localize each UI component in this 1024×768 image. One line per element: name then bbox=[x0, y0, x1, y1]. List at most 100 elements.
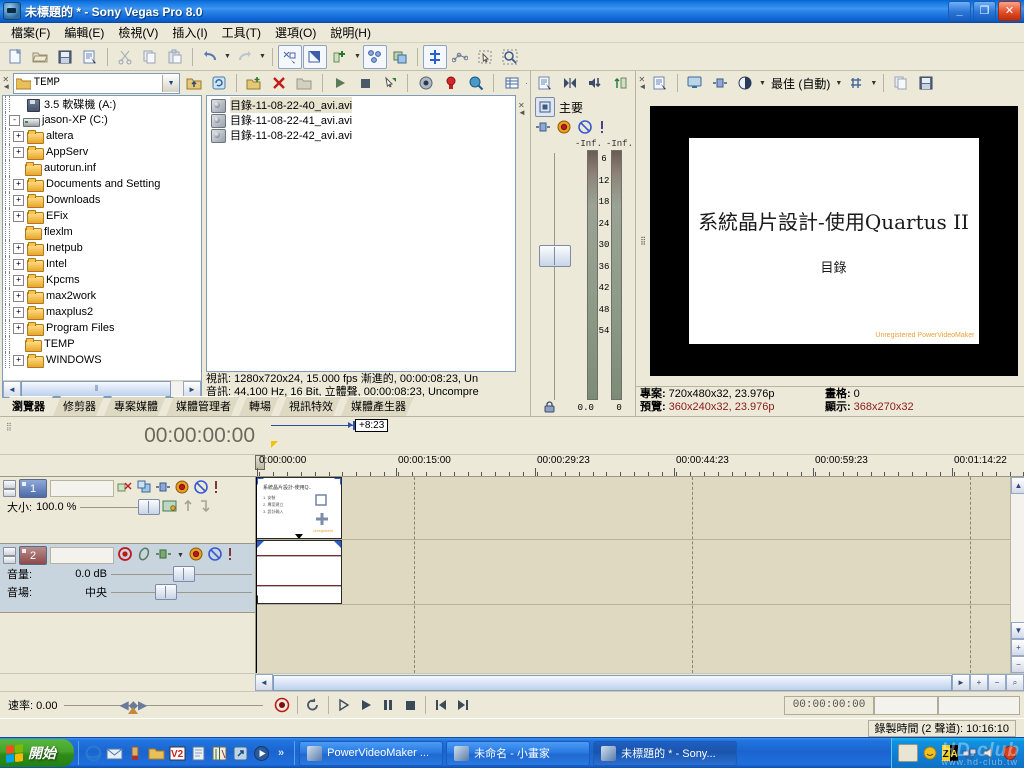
bus-fader[interactable] bbox=[535, 139, 573, 400]
zoom-in-button[interactable]: + bbox=[970, 674, 988, 691]
quality-menu-arrow-icon[interactable]: ▼ bbox=[834, 72, 843, 94]
explorer-tab-媒體產生器[interactable]: 媒體產生器 bbox=[341, 396, 414, 416]
tree-expander[interactable]: + bbox=[13, 323, 24, 334]
stop-icon[interactable] bbox=[399, 695, 421, 715]
notepad-icon[interactable] bbox=[190, 745, 207, 762]
copy-snapshot-icon[interactable] bbox=[889, 71, 913, 95]
video-clip[interactable]: 系統晶片設計-使用Q.. 1. 安裝 2. 專案建立 3. 設計輸入 Unreg… bbox=[256, 477, 342, 539]
tree-item[interactable]: +maxplus2 bbox=[3, 304, 201, 320]
track-header-audio[interactable]: 2 ▼ bbox=[0, 544, 255, 613]
track-fx-icon[interactable] bbox=[174, 480, 190, 497]
track-1-level-slider[interactable] bbox=[80, 500, 158, 514]
play-icon[interactable] bbox=[329, 71, 352, 95]
tree-item[interactable]: +AppServ bbox=[3, 144, 201, 160]
media-icon[interactable] bbox=[253, 745, 270, 762]
panel-close-grip[interactable]: ✕◄ bbox=[2, 71, 11, 95]
file-list-item[interactable]: 目錄-11-08-22-40_avi.avi bbox=[207, 97, 515, 112]
tree-item[interactable]: +Inetpub bbox=[3, 240, 201, 256]
zoom-out-button[interactable]: − bbox=[988, 674, 1006, 691]
paste-icon[interactable] bbox=[163, 45, 187, 69]
save-icon[interactable] bbox=[53, 45, 77, 69]
scroll-left-button[interactable]: ◄ bbox=[255, 674, 273, 691]
track-minimize-maximize-icon[interactable] bbox=[3, 480, 16, 497]
compositing-mode-icon[interactable] bbox=[136, 480, 152, 497]
slider-thumb[interactable] bbox=[138, 499, 160, 515]
menu-insert[interactable]: 插入(I) bbox=[165, 22, 214, 43]
fader-knob[interactable] bbox=[539, 245, 571, 267]
scroll-up-button[interactable]: ▲ bbox=[1011, 477, 1024, 494]
tree-expander[interactable]: - bbox=[9, 115, 20, 126]
scroll-track[interactable] bbox=[171, 382, 183, 397]
ignore-event-grouping-icon[interactable] bbox=[388, 45, 412, 69]
keyboard-icon[interactable] bbox=[898, 744, 918, 762]
project-video-properties-icon[interactable] bbox=[648, 71, 672, 95]
automation-icon[interactable] bbox=[556, 120, 572, 137]
track-1-param-value[interactable]: 100.0 % bbox=[36, 501, 76, 513]
track-header-video[interactable]: 1 bbox=[0, 477, 255, 544]
split-screen-view-icon[interactable] bbox=[708, 71, 732, 95]
tree-item[interactable]: +Downloads bbox=[3, 192, 201, 208]
enable-snapping-icon[interactable] bbox=[278, 45, 302, 69]
fx-chain-icon[interactable] bbox=[117, 480, 133, 497]
scroll-thumb[interactable]: ⦀ bbox=[21, 381, 171, 397]
tree-item[interactable]: TEMP bbox=[3, 336, 201, 352]
redo-icon[interactable] bbox=[233, 45, 257, 69]
stop-icon[interactable] bbox=[354, 71, 377, 95]
tree-expander[interactable]: + bbox=[13, 307, 24, 318]
menu-tools[interactable]: 工具(T) bbox=[215, 22, 268, 43]
add-to-timeline-icon[interactable] bbox=[379, 71, 402, 95]
media-search-icon[interactable] bbox=[464, 71, 487, 95]
auto-ripple-icon[interactable] bbox=[303, 45, 327, 69]
lock-envelopes-icon[interactable] bbox=[363, 45, 387, 69]
extract-audio-icon[interactable] bbox=[439, 71, 462, 95]
region-flag-icon[interactable] bbox=[271, 441, 278, 448]
invert-phase-icon[interactable] bbox=[136, 547, 152, 564]
new-folder-icon[interactable] bbox=[243, 71, 266, 95]
previous-frame-icon[interactable] bbox=[430, 695, 452, 715]
solo-icon[interactable] bbox=[226, 547, 234, 564]
views-icon[interactable] bbox=[500, 71, 523, 95]
explorer-icon[interactable] bbox=[148, 745, 165, 762]
parent-track-icon[interactable] bbox=[182, 499, 194, 516]
refresh-icon[interactable] bbox=[207, 71, 230, 95]
tree-item[interactable]: +altera bbox=[3, 128, 201, 144]
address-bar[interactable]: TEMP ▼ bbox=[13, 73, 181, 94]
timeline-scroll-thumb[interactable] bbox=[273, 675, 952, 691]
scroll-down-button[interactable]: ▼ bbox=[1011, 622, 1024, 639]
envelope-edit-tool-icon[interactable] bbox=[448, 45, 472, 69]
tree-expander[interactable]: + bbox=[13, 291, 24, 302]
normal-edit-tool-icon[interactable] bbox=[423, 45, 447, 69]
solo-icon[interactable] bbox=[212, 480, 220, 497]
tree-item[interactable]: +max2work bbox=[3, 288, 201, 304]
lock-icon[interactable] bbox=[544, 401, 555, 416]
tree-item[interactable]: +Program Files bbox=[3, 320, 201, 336]
automation-settings-icon[interactable] bbox=[155, 481, 171, 496]
zoom-out-vertical-button[interactable]: − bbox=[1011, 656, 1024, 673]
record-arm-icon[interactable] bbox=[117, 547, 133, 564]
track-number[interactable]: 2 bbox=[19, 546, 47, 565]
taskbar-button[interactable]: 未標題的 * - Sony... bbox=[593, 741, 737, 766]
timeline-timecode-display[interactable]: ⣿ 00:00:00:00 bbox=[0, 417, 265, 455]
track-minimize-maximize-icon[interactable] bbox=[3, 547, 16, 564]
record-icon[interactable] bbox=[271, 695, 293, 715]
solo-icon[interactable] bbox=[598, 120, 606, 137]
explorer-tab-轉場[interactable]: 轉場 bbox=[239, 396, 279, 416]
track-2-volume-slider[interactable] bbox=[111, 567, 252, 581]
timeline-ruler[interactable]: 0:00:00:0000:00:15:0000:00:29:2300:00:44… bbox=[255, 455, 1024, 476]
playhead-cursor[interactable] bbox=[256, 477, 257, 673]
quality-dropdown-icon[interactable]: ▼ bbox=[758, 72, 767, 94]
pan-dropdown-icon[interactable]: ▼ bbox=[176, 545, 185, 567]
track-2-pan-slider[interactable] bbox=[111, 585, 252, 599]
pan-type-icon[interactable] bbox=[155, 548, 173, 563]
tree-item[interactable]: +WINDOWS bbox=[3, 352, 201, 368]
next-frame-icon[interactable] bbox=[452, 695, 474, 715]
vscroll-track[interactable] bbox=[1011, 494, 1024, 622]
tree-expander[interactable]: + bbox=[13, 259, 24, 270]
track-2-pan-value[interactable]: 中央 bbox=[53, 584, 107, 600]
up-folder-icon[interactable] bbox=[182, 71, 205, 95]
track-motion-icon[interactable] bbox=[162, 499, 178, 516]
track-name-input[interactable] bbox=[50, 547, 114, 564]
zoom-edit-tool-icon[interactable] bbox=[498, 45, 522, 69]
transport-field-2[interactable] bbox=[874, 696, 938, 715]
zoom-in-vertical-button[interactable]: + bbox=[1011, 639, 1024, 656]
